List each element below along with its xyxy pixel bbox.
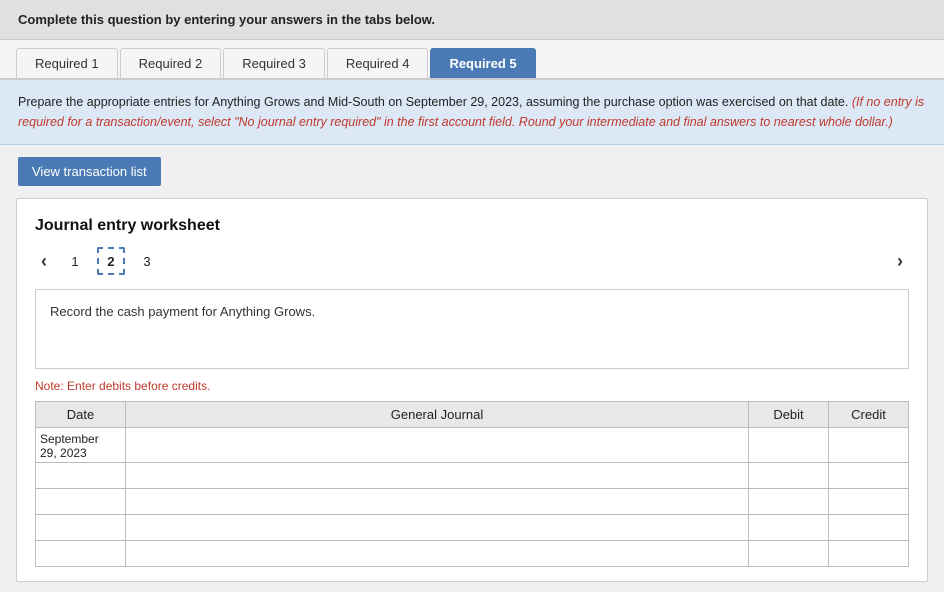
date-cell-3 — [36, 489, 126, 515]
header-credit: Credit — [829, 402, 909, 428]
date-cell-4 — [36, 515, 126, 541]
debit-cell-3[interactable] — [749, 489, 829, 515]
action-bar: View transaction list — [0, 145, 944, 198]
date-cell-5 — [36, 541, 126, 567]
table-header-row: Date General Journal Debit Credit — [36, 402, 909, 428]
view-transaction-list-button[interactable]: View transaction list — [18, 157, 161, 186]
credit-input-3[interactable] — [833, 491, 904, 512]
note-debits-credits: Note: Enter debits before credits. — [35, 379, 909, 393]
journal-cell-2[interactable] — [126, 463, 749, 489]
debit-cell-5[interactable] — [749, 541, 829, 567]
debit-cell-2[interactable] — [749, 463, 829, 489]
tabs-row: Required 1 Required 2 Required 3 Require… — [0, 40, 944, 80]
debit-input-4[interactable] — [753, 517, 824, 538]
debit-input-1[interactable] — [753, 430, 824, 460]
credit-cell-2[interactable] — [829, 463, 909, 489]
table-row — [36, 541, 909, 567]
instruction-text: Complete this question by entering your … — [18, 12, 435, 27]
journal-cell-3[interactable] — [126, 489, 749, 515]
page-3[interactable]: 3 — [133, 247, 161, 275]
debit-cell-4[interactable] — [749, 515, 829, 541]
credit-input-5[interactable] — [833, 543, 904, 564]
journal-input-2[interactable] — [130, 465, 744, 486]
journal-cell-4[interactable] — [126, 515, 749, 541]
date-cell-1: September29, 2023 — [36, 428, 126, 463]
journal-input-1[interactable] — [130, 430, 744, 460]
journal-cell-1[interactable] — [126, 428, 749, 463]
journal-cell-5[interactable] — [126, 541, 749, 567]
record-note-box: Record the cash payment for Anything Gro… — [35, 289, 909, 369]
description-area: Prepare the appropriate entries for Anyt… — [0, 80, 944, 145]
debit-input-5[interactable] — [753, 543, 824, 564]
worksheet-container: Journal entry worksheet ‹ 1 2 3 › Record… — [16, 198, 928, 582]
table-row: September29, 2023 — [36, 428, 909, 463]
date-cell-2 — [36, 463, 126, 489]
credit-cell-5[interactable] — [829, 541, 909, 567]
credit-input-1[interactable] — [833, 430, 904, 460]
journal-input-4[interactable] — [130, 517, 744, 538]
debit-input-2[interactable] — [753, 465, 824, 486]
outer-container: Complete this question by entering your … — [0, 0, 944, 592]
tab-required-5[interactable]: Required 5 — [430, 48, 535, 78]
journal-table: Date General Journal Debit Credit Septem… — [35, 401, 909, 567]
table-row — [36, 463, 909, 489]
credit-cell-1[interactable] — [829, 428, 909, 463]
header-date: Date — [36, 402, 126, 428]
tab-required-1[interactable]: Required 1 — [16, 48, 118, 78]
table-row — [36, 489, 909, 515]
page-navigation: ‹ 1 2 3 › — [35, 247, 909, 275]
prev-page-arrow[interactable]: ‹ — [35, 249, 53, 274]
table-row — [36, 515, 909, 541]
tab-required-4[interactable]: Required 4 — [327, 48, 429, 78]
page-1[interactable]: 1 — [61, 247, 89, 275]
tab-required-3[interactable]: Required 3 — [223, 48, 325, 78]
header-debit: Debit — [749, 402, 829, 428]
credit-cell-3[interactable] — [829, 489, 909, 515]
instruction-bar: Complete this question by entering your … — [0, 0, 944, 40]
tab-required-2[interactable]: Required 2 — [120, 48, 222, 78]
record-note-text: Record the cash payment for Anything Gro… — [50, 304, 315, 319]
credit-cell-4[interactable] — [829, 515, 909, 541]
debit-cell-1[interactable] — [749, 428, 829, 463]
journal-input-3[interactable] — [130, 491, 744, 512]
debit-input-3[interactable] — [753, 491, 824, 512]
description-normal: Prepare the appropriate entries for Anyt… — [18, 95, 848, 109]
credit-input-2[interactable] — [833, 465, 904, 486]
worksheet-title: Journal entry worksheet — [35, 217, 909, 235]
page-2[interactable]: 2 — [97, 247, 125, 275]
next-page-arrow[interactable]: › — [891, 249, 909, 274]
journal-input-5[interactable] — [130, 543, 744, 564]
header-general-journal: General Journal — [126, 402, 749, 428]
credit-input-4[interactable] — [833, 517, 904, 538]
